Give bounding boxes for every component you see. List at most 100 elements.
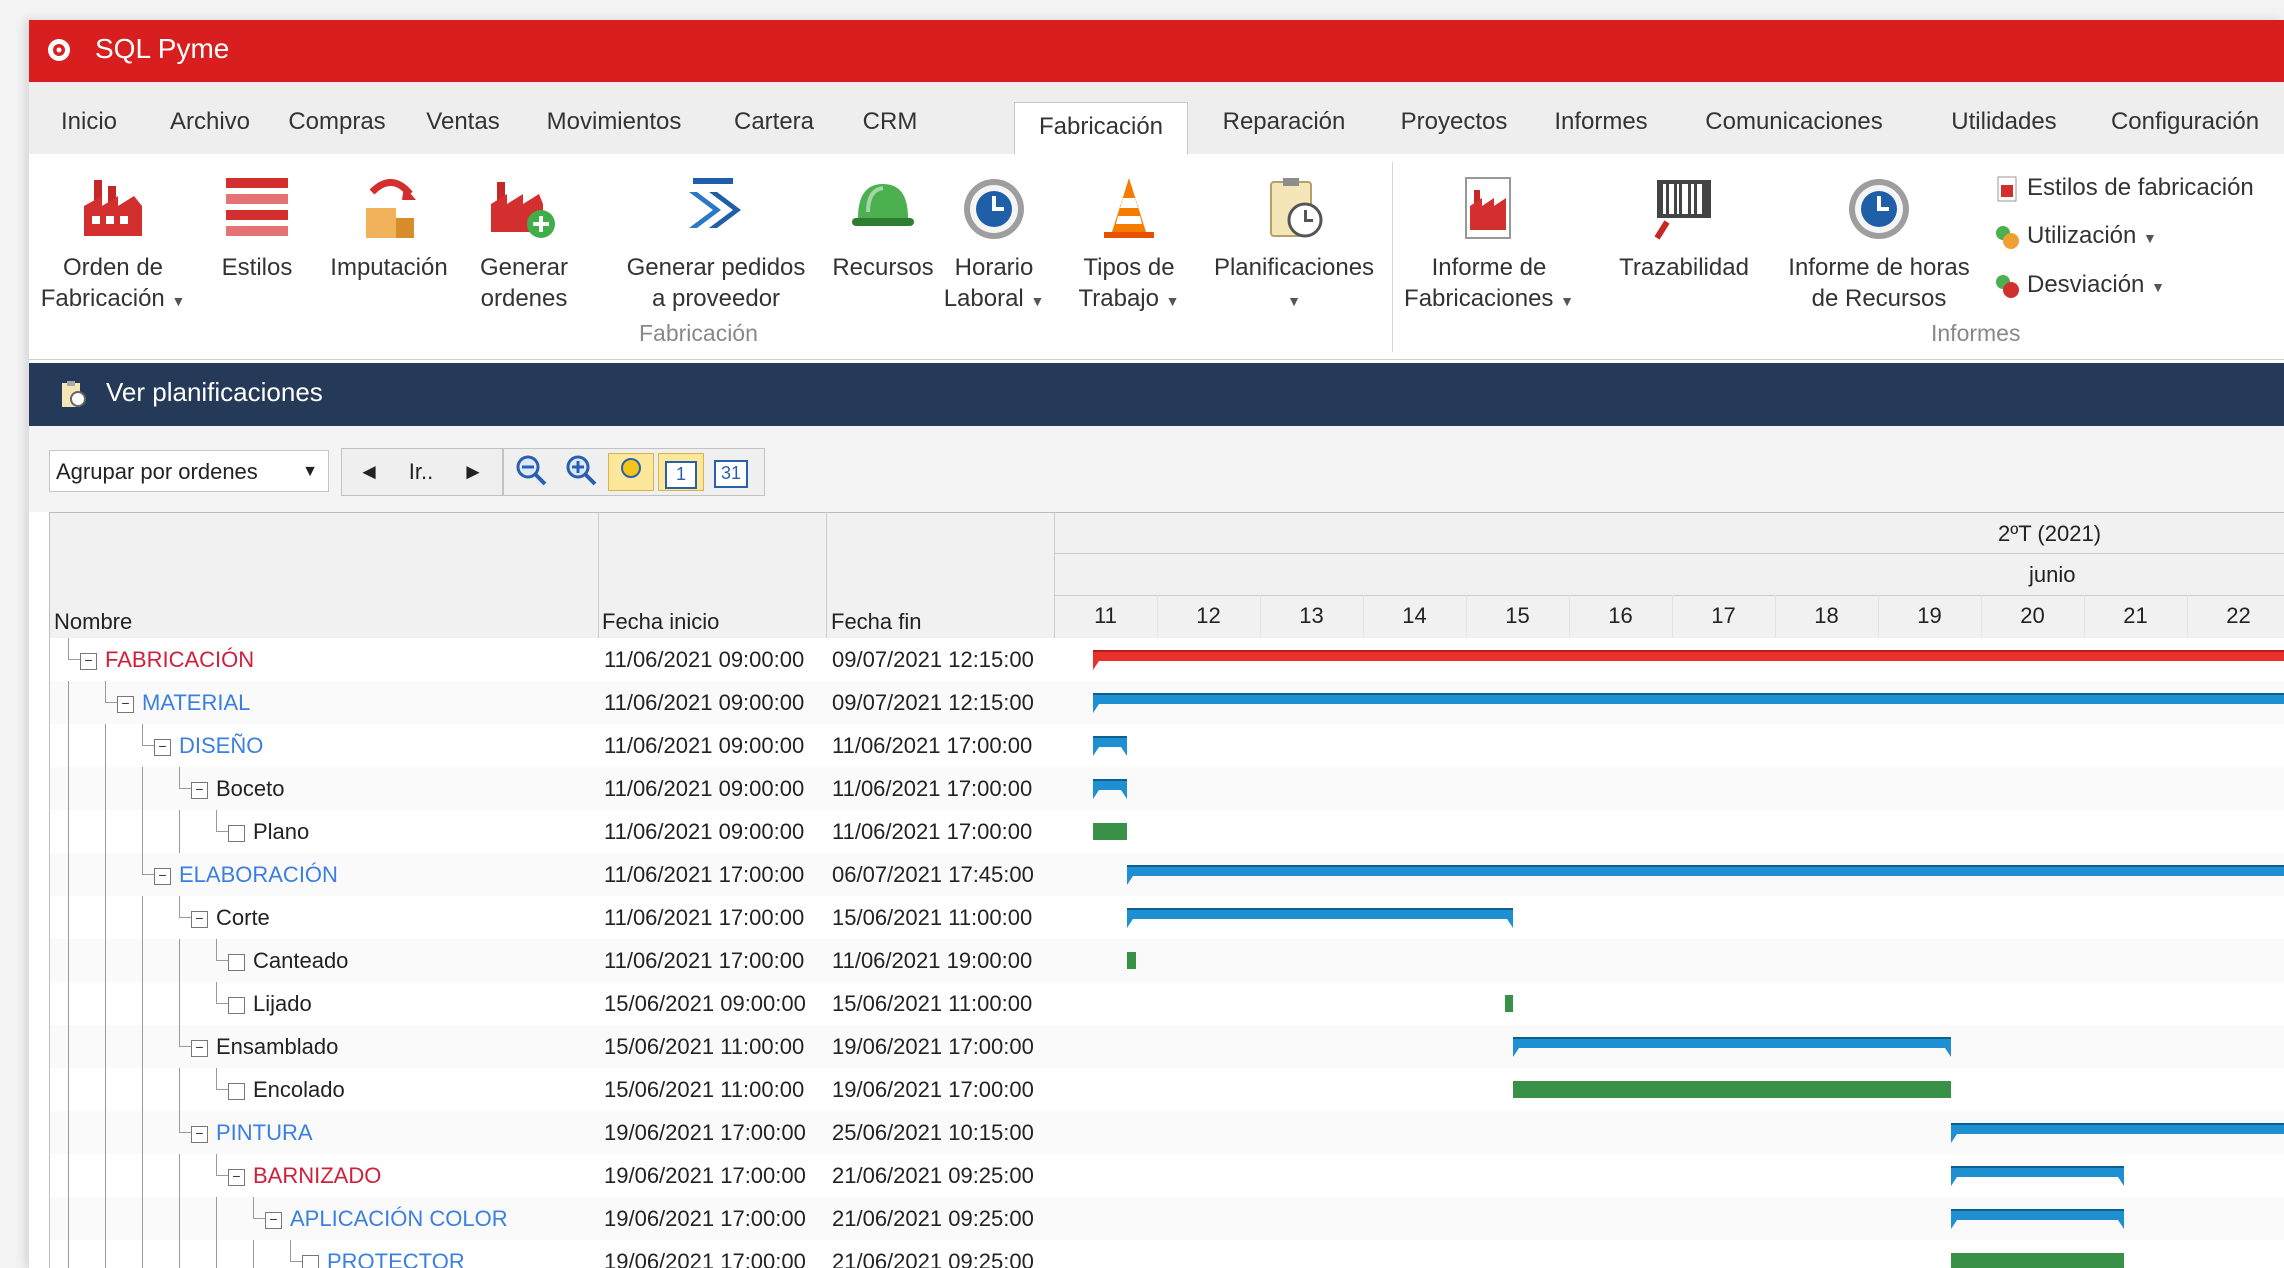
planificaciones-button[interactable]: Planificaciones ▼	[1199, 172, 1389, 317]
column-header-fecha-inicio[interactable]: Fecha inicio	[602, 609, 719, 635]
tab-comunicaciones[interactable]: Comunicaciones	[1679, 98, 1909, 146]
task-start-date: 11/06/2021 09:00:00	[604, 690, 805, 715]
collapse-toggle-icon[interactable]: −	[154, 867, 171, 885]
gantt-task-bar[interactable]	[1092, 823, 1127, 840]
gantt-summary-bar[interactable]	[1950, 1123, 2284, 1143]
column-header-nombre[interactable]: Nombre	[54, 609, 132, 635]
planning-icon	[62, 381, 86, 407]
forward-arrows-icon	[689, 178, 741, 228]
navigation-group: ◄ Ir.. ►	[341, 448, 503, 496]
task-end-date: 09/07/2021 12:15:00	[832, 647, 1034, 672]
table-row[interactable]: − MATERIAL 11/06/2021 09:00:00 09/07/2021 1…	[50, 681, 2284, 725]
today-button[interactable]	[608, 453, 654, 491]
group-by-select[interactable]: Agrupar por ordenes ▼	[49, 450, 329, 492]
trazabilidad-button[interactable]: Trazabilidad	[1609, 172, 1759, 283]
table-row[interactable]: Lijado 15/06/2021 09:00:00 15/06/2021 11:0…	[50, 982, 2284, 1026]
table-row[interactable]: − DISEÑO 11/06/2021 09:00:00 11/06/2021 17:…	[50, 724, 2284, 768]
previous-button[interactable]: ◄	[346, 453, 392, 491]
table-row[interactable]: PROTECTOR 19/06/2021 17:00:00 21/06/2021 0…	[50, 1240, 2284, 1268]
table-row[interactable]: − Ensamblado 15/06/2021 11:00:00 19/06/2021…	[50, 1025, 2284, 1069]
gantt-summary-bar[interactable]	[1126, 865, 2284, 885]
zoom-in-button[interactable]	[558, 453, 604, 491]
tab-proyectos[interactable]: Proyectos	[1379, 98, 1529, 146]
table-row[interactable]: Encolado 15/06/2021 11:00:00 19/06/2021 17…	[50, 1068, 2284, 1112]
tab-reparacion[interactable]: Reparación	[1199, 98, 1369, 146]
dropdown-caret-icon: ▼	[1030, 293, 1045, 309]
informe-fabricaciones-button[interactable]: Informe de Fabricaciones ▼	[1399, 172, 1579, 317]
tab-movimientos[interactable]: Movimientos	[529, 98, 699, 146]
tab-cartera[interactable]: Cartera	[719, 98, 829, 146]
table-row[interactable]: − PINTURA 19/06/2021 17:00:00 25/06/2021 10…	[50, 1111, 2284, 1155]
gantt-summary-bar[interactable]	[1126, 908, 1514, 928]
table-row[interactable]: − ELABORACIÓN 11/06/2021 17:00:00 06/07/202…	[50, 853, 2284, 897]
tab-informes[interactable]: Informes	[1541, 98, 1661, 146]
collapse-toggle-icon[interactable]: −	[191, 910, 208, 928]
estilos-button[interactable]: Estilos	[207, 172, 307, 283]
task-name: PROTECTOR	[302, 1240, 465, 1268]
estilos-fabricacion-button[interactable]: Estilos de fabricación	[1993, 174, 2254, 203]
table-row[interactable]: − BARNIZADO 19/06/2021 17:00:00 21/06/2021 …	[50, 1154, 2284, 1198]
gantt-task-bar[interactable]	[1950, 1253, 2125, 1268]
tipos-trabajo-button[interactable]: Tipos de Trabajo ▼	[1069, 172, 1189, 317]
gantt-summary-bar[interactable]	[1513, 1037, 1951, 1057]
timeline-day-label: 21	[2123, 603, 2148, 628]
collapse-toggle-icon[interactable]: −	[228, 1168, 245, 1186]
gantt-summary-bar[interactable]	[1092, 650, 2284, 670]
gantt-task-bar[interactable]	[1504, 995, 1514, 1012]
table-row[interactable]: − FABRICACIÓN 11/06/2021 09:00:00 09/07/202…	[50, 638, 2284, 682]
deviation-icon	[1996, 274, 2019, 298]
leaf-box-icon	[228, 996, 245, 1014]
factory-report-icon	[1465, 177, 1511, 239]
gantt-summary-bar[interactable]	[1092, 693, 2284, 713]
collapse-toggle-icon[interactable]: −	[80, 652, 97, 670]
table-row[interactable]: − Corte 11/06/2021 17:00:00 15/06/2021 11:0…	[50, 896, 2284, 940]
gantt-summary-bar[interactable]	[1092, 736, 1127, 756]
imputacion-button[interactable]: Imputación	[319, 172, 459, 283]
informe-horas-recursos-button[interactable]: Informe de horas de Recursos	[1774, 172, 1984, 314]
collapse-toggle-icon[interactable]: −	[191, 1039, 208, 1057]
collapse-toggle-icon[interactable]: −	[191, 781, 208, 799]
goto-button[interactable]: Ir..	[398, 453, 444, 491]
next-button[interactable]: ►	[450, 453, 496, 491]
task-name: − PINTURA	[191, 1111, 313, 1154]
task-name: − DISEÑO	[154, 724, 263, 767]
day-view-button[interactable]: 1	[658, 453, 704, 491]
collapse-toggle-icon[interactable]: −	[154, 738, 171, 756]
gantt-summary-bar[interactable]	[1092, 779, 1127, 799]
month-view-button[interactable]: 31	[708, 453, 754, 491]
tab-archivo[interactable]: Archivo	[155, 98, 265, 146]
collapse-toggle-icon[interactable]: −	[117, 695, 134, 713]
collapse-toggle-icon[interactable]: −	[191, 1125, 208, 1143]
timeline-day-label: 13	[1299, 603, 1324, 628]
gantt-task-bar[interactable]	[1126, 952, 1136, 969]
orden-fabricacion-button[interactable]: Orden de Fabricación ▼	[29, 172, 197, 317]
gantt-task-bar[interactable]	[1513, 1081, 1951, 1098]
zoom-out-icon	[516, 455, 547, 486]
tab-ventas[interactable]: Ventas	[413, 98, 513, 146]
table-row[interactable]: Plano 11/06/2021 09:00:00 11/06/2021 17:00…	[50, 810, 2284, 854]
tab-configuracion[interactable]: Configuración	[2095, 98, 2275, 146]
desviacion-button[interactable]: Desviación ▼	[1993, 271, 2165, 300]
zoom-out-button[interactable]	[508, 453, 554, 491]
gantt-summary-bar[interactable]	[1950, 1166, 2125, 1186]
horario-laboral-button[interactable]: Horario Laboral ▼	[934, 172, 1054, 317]
tab-fabricacion[interactable]: Fabricación	[1014, 102, 1188, 159]
column-header-fecha-fin[interactable]: Fecha fin	[831, 609, 922, 635]
collapse-toggle-icon[interactable]: −	[265, 1211, 282, 1229]
title-bar: SQL Pyme	[29, 20, 2284, 82]
tab-utilidades[interactable]: Utilidades	[1929, 98, 2079, 146]
gantt-summary-bar[interactable]	[1950, 1209, 2125, 1229]
table-row[interactable]: Canteado 11/06/2021 17:00:00 11/06/2021 19…	[50, 939, 2284, 983]
leaf-box-icon	[228, 1082, 245, 1100]
generar-ordenes-button[interactable]: Generar ordenes	[469, 172, 579, 314]
timeline-day-label: 11	[1094, 603, 1117, 628]
table-row[interactable]: − Boceto 11/06/2021 09:00:00 11/06/2021 17:…	[50, 767, 2284, 811]
table-row[interactable]: − APLICACIÓN COLOR 19/06/2021 17:00:00 21/0…	[50, 1197, 2284, 1241]
app-logo-icon	[48, 39, 70, 61]
dropdown-caret-icon: ▼	[2143, 230, 2157, 246]
tab-inicio[interactable]: Inicio	[39, 98, 139, 146]
tab-crm[interactable]: CRM	[845, 98, 935, 146]
clock-icon	[964, 179, 1024, 239]
utilizacion-button[interactable]: Utilización ▼	[1993, 222, 2157, 251]
tab-compras[interactable]: Compras	[277, 98, 397, 146]
